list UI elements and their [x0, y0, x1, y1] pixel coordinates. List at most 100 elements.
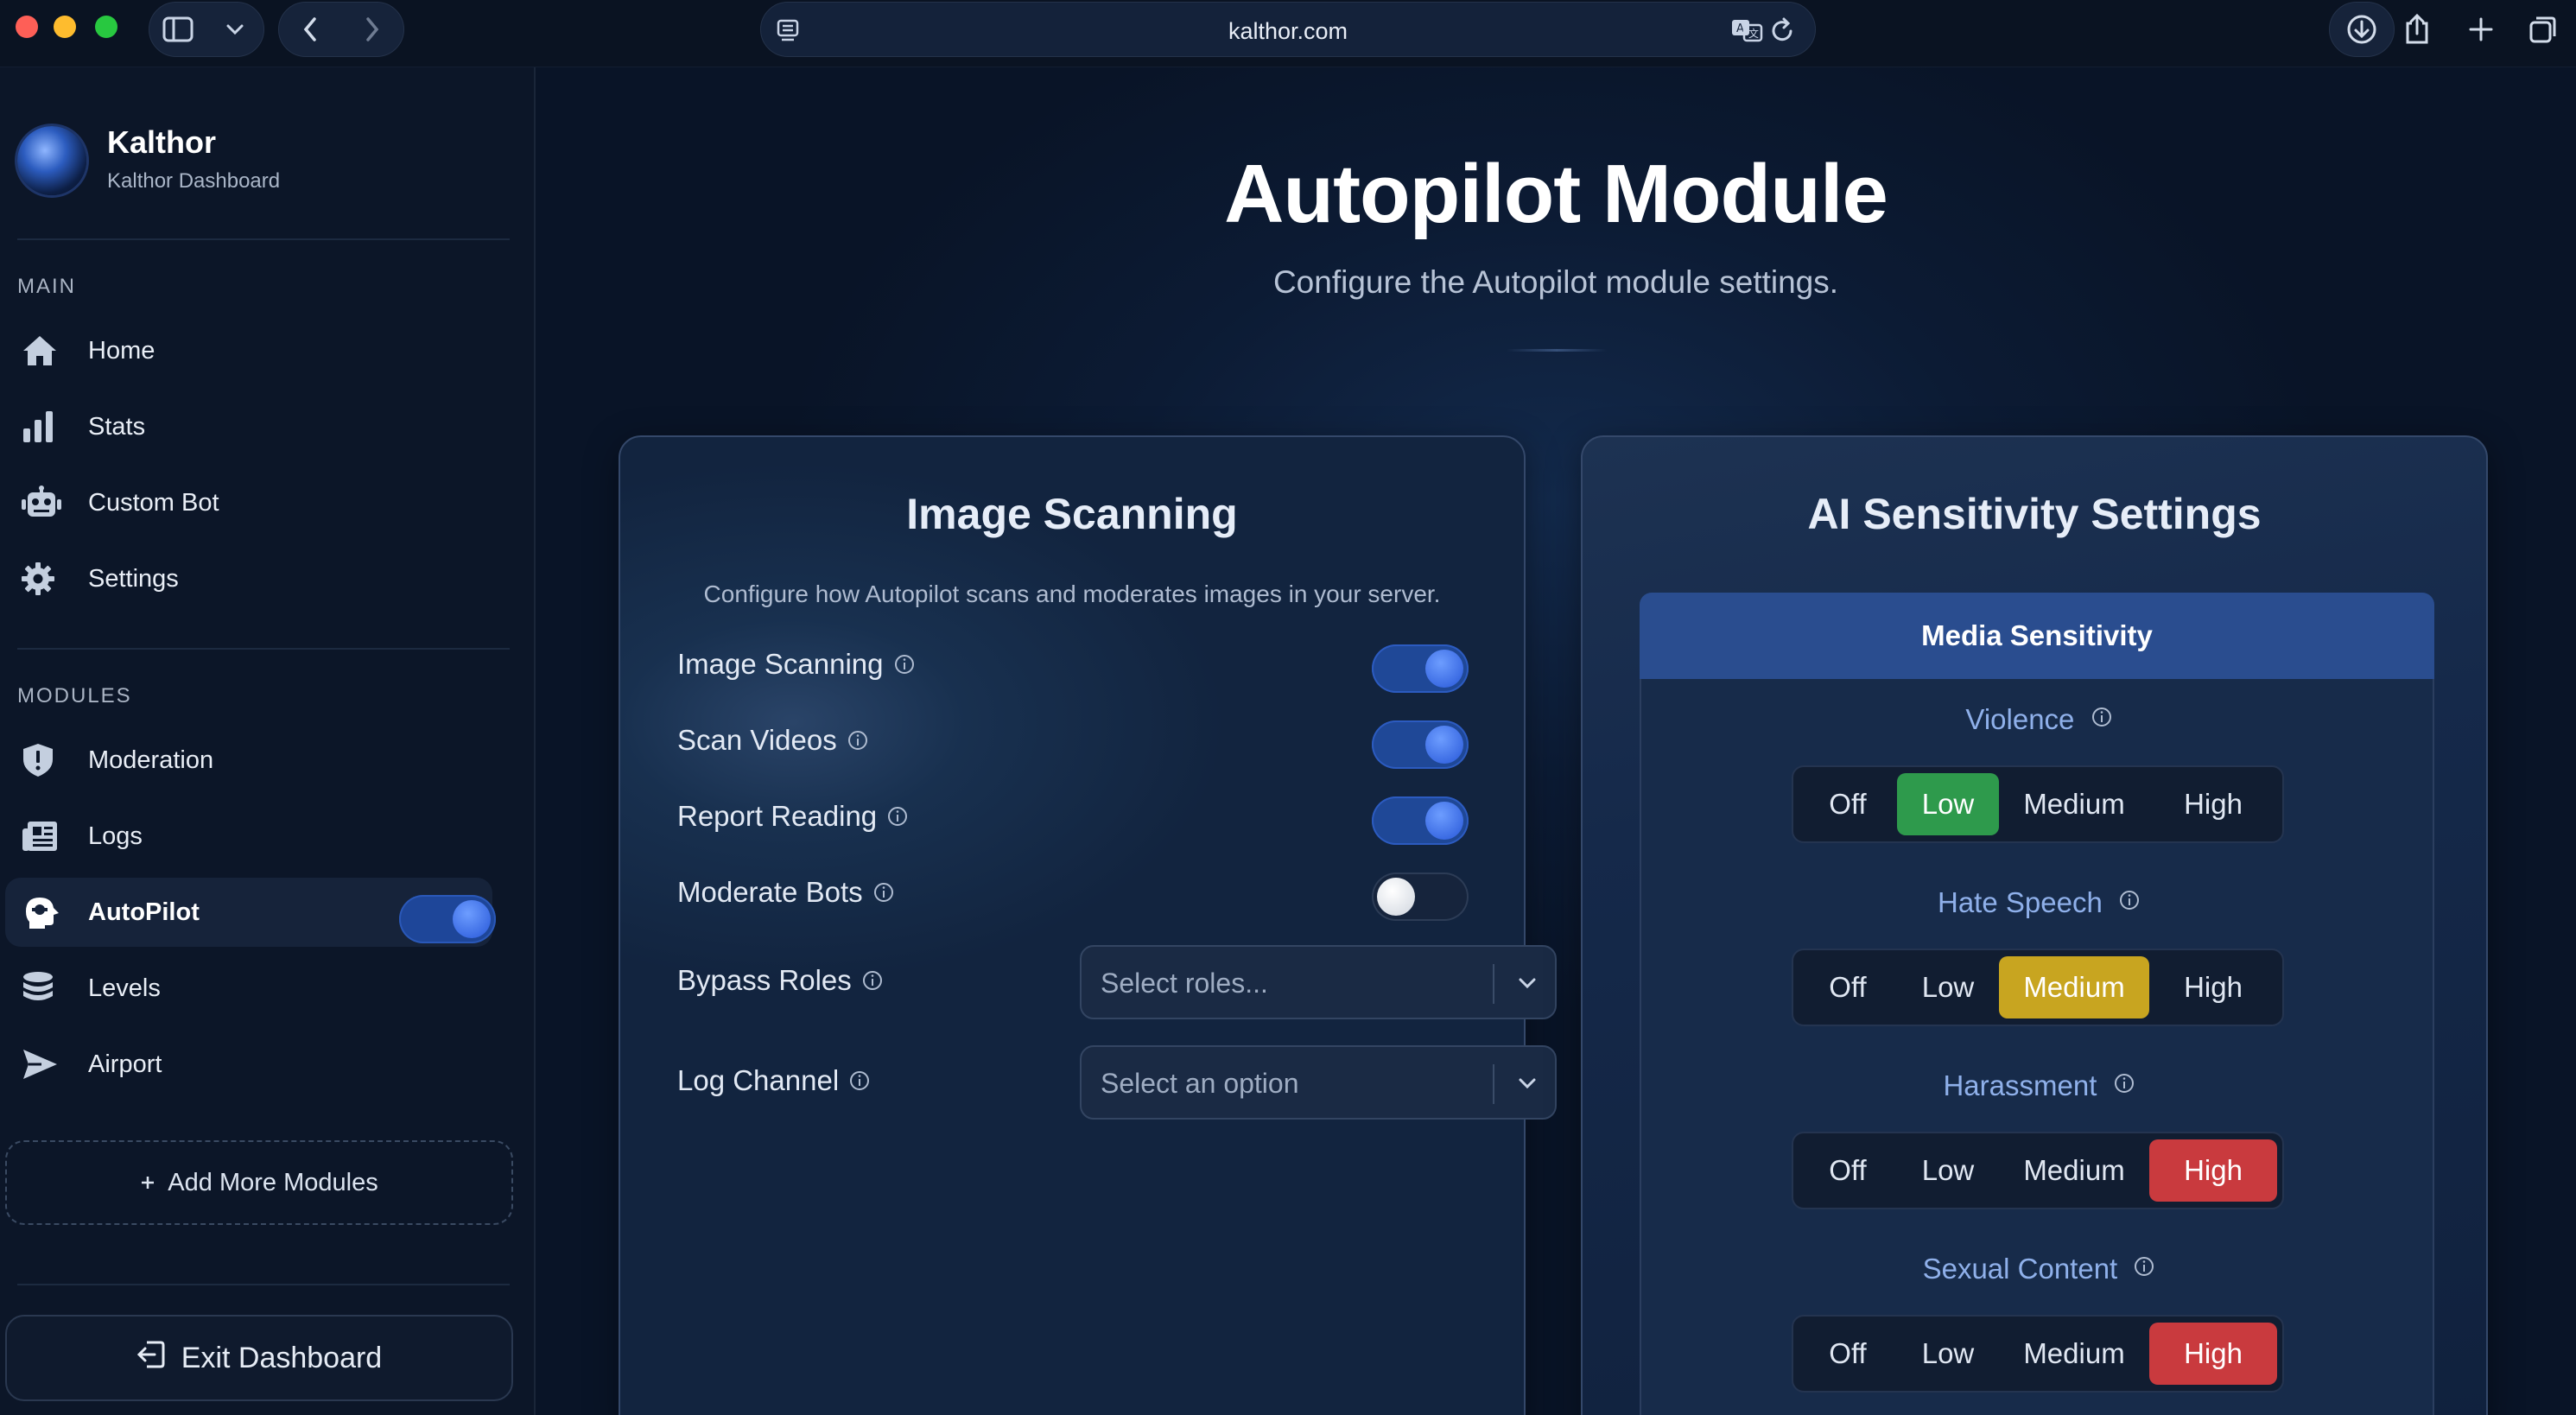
shield-icon [21, 742, 76, 778]
brand-logo [17, 126, 86, 195]
info-icon[interactable] [2134, 1256, 2154, 1277]
harassment-sensitivity-selector: Off Low Medium High [1792, 1132, 2284, 1209]
toggle-knob [453, 900, 491, 938]
add-more-modules-button[interactable]: Add More Modules [5, 1140, 513, 1225]
info-icon[interactable] [2119, 890, 2140, 911]
divider [17, 238, 510, 240]
select-separator [1493, 964, 1494, 1004]
brand-subtitle: Kalthor Dashboard [107, 169, 281, 193]
option-off[interactable]: Off [1799, 956, 1897, 1018]
option-low[interactable]: Low [1897, 1139, 1999, 1202]
sensitivity-category-label: Violence [1641, 703, 2436, 736]
media-sensitivity-panel: Violence Off Low Medium High Hate Speech… [1640, 679, 2434, 1415]
setting-label: Report Reading [677, 800, 878, 832]
autopilot-module-toggle[interactable] [399, 895, 496, 943]
chevron-down-icon [1519, 978, 1536, 989]
category-name: Sexual Content [1922, 1253, 2118, 1285]
info-icon[interactable] [862, 970, 883, 991]
plus-icon [140, 1169, 155, 1197]
tab-media-sensitivity[interactable]: Media Sensitivity [1640, 593, 2434, 679]
tab-overview-icon[interactable] [2526, 12, 2560, 47]
scan-videos-toggle[interactable] [1372, 720, 1469, 769]
option-low[interactable]: Low [1897, 1323, 1999, 1385]
option-medium[interactable]: Medium [1999, 773, 2149, 835]
info-icon[interactable] [894, 654, 915, 675]
setting-row-label: Scan Videos [677, 724, 868, 757]
sidebar-item-autopilot[interactable]: AutoPilot [5, 878, 496, 947]
violence-sensitivity-selector: Off Low Medium High [1792, 765, 2284, 843]
moderate-bots-toggle[interactable] [1372, 872, 1469, 921]
sidebar-item-airport[interactable]: Airport [5, 1030, 492, 1099]
download-icon[interactable] [2341, 9, 2382, 50]
robot-icon [21, 485, 76, 520]
image-scanning-toggle[interactable] [1372, 644, 1469, 693]
sidebar-toggle-icon[interactable] [157, 9, 199, 50]
option-off[interactable]: Off [1799, 1323, 1897, 1385]
card-title: Image Scanning [906, 490, 1238, 538]
sidebar-item-label: Settings [88, 564, 179, 593]
report-reading-toggle[interactable] [1372, 796, 1469, 845]
zoom-window-button[interactable] [95, 16, 117, 38]
toggle-knob [1377, 878, 1415, 916]
stats-icon [21, 409, 76, 444]
chevron-down-icon[interactable] [214, 9, 256, 50]
category-name: Violence [1965, 703, 2075, 735]
forward-icon[interactable] [352, 9, 393, 50]
option-high[interactable]: High [2149, 773, 2277, 835]
option-high[interactable]: High [2149, 1139, 2277, 1202]
option-medium[interactable]: Medium [1999, 1323, 2149, 1385]
navigation-group [278, 2, 404, 57]
brand-name: Kalthor [107, 124, 216, 160]
sidebar-item-stats[interactable]: Stats [5, 392, 492, 461]
address-bar[interactable]: kalthor.com A文 [760, 2, 1816, 57]
setting-row-label: Image Scanning [677, 648, 915, 681]
option-high[interactable]: High [2149, 1323, 2277, 1385]
exit-dashboard-button[interactable]: Exit Dashboard [5, 1315, 513, 1401]
home-icon [21, 333, 76, 368]
minimize-window-button[interactable] [54, 16, 76, 38]
sidebar-item-levels[interactable]: Levels [5, 954, 492, 1023]
translate-icon[interactable]: A文 [1730, 16, 1763, 48]
page-subtitle: Configure the Autopilot module settings. [1272, 264, 1839, 300]
bypass-roles-select[interactable]: Select roles... [1080, 945, 1557, 1019]
info-icon[interactable] [2114, 1073, 2135, 1094]
info-icon[interactable] [2091, 707, 2112, 727]
info-icon[interactable] [849, 1070, 870, 1091]
option-medium[interactable]: Medium [1999, 1139, 2149, 1202]
info-icon[interactable] [847, 730, 868, 751]
select-separator [1493, 1064, 1494, 1104]
back-icon[interactable] [289, 9, 331, 50]
option-low[interactable]: Low [1897, 773, 1999, 835]
category-name: Hate Speech [1938, 886, 2103, 918]
gear-icon [21, 562, 76, 596]
sidebar-item-label: Levels [88, 974, 161, 1002]
browser-toolbar: kalthor.com A文 [0, 0, 2576, 67]
sidebar-item-custom-bot[interactable]: Custom Bot [5, 468, 492, 537]
option-low[interactable]: Low [1897, 956, 1999, 1018]
divider [17, 1284, 510, 1285]
card-description: Configure how Autopilot scans and modera… [703, 581, 1441, 607]
option-off[interactable]: Off [1799, 1139, 1897, 1202]
sidebar-item-home[interactable]: Home [5, 316, 492, 385]
sidebar-item-settings[interactable]: Settings [5, 544, 492, 613]
option-off[interactable]: Off [1799, 773, 1897, 835]
new-tab-icon[interactable] [2464, 12, 2498, 47]
exit-icon [136, 1339, 166, 1378]
sidebar-item-label: Airport [88, 1050, 162, 1078]
sexual-content-sensitivity-selector: Off Low Medium High [1792, 1315, 2284, 1393]
exit-dashboard-label: Exit Dashboard [181, 1341, 383, 1374]
add-more-modules-label: Add More Modules [168, 1168, 378, 1196]
log-channel-select[interactable]: Select an option [1080, 1045, 1557, 1120]
option-high[interactable]: High [2149, 956, 2277, 1018]
share-icon[interactable] [2400, 12, 2434, 47]
option-medium[interactable]: Medium [1999, 956, 2149, 1018]
section-label-modules: MODULES [17, 684, 132, 708]
sidebar-item-moderation[interactable]: Moderation [5, 726, 492, 795]
downloads-group [2329, 2, 2395, 57]
info-icon[interactable] [873, 882, 894, 903]
sidebar-item-logs[interactable]: Logs [5, 802, 492, 871]
info-icon[interactable] [887, 806, 908, 827]
hate-speech-sensitivity-selector: Off Low Medium High [1792, 949, 2284, 1026]
reload-icon[interactable] [1770, 16, 1796, 48]
close-window-button[interactable] [16, 16, 38, 38]
